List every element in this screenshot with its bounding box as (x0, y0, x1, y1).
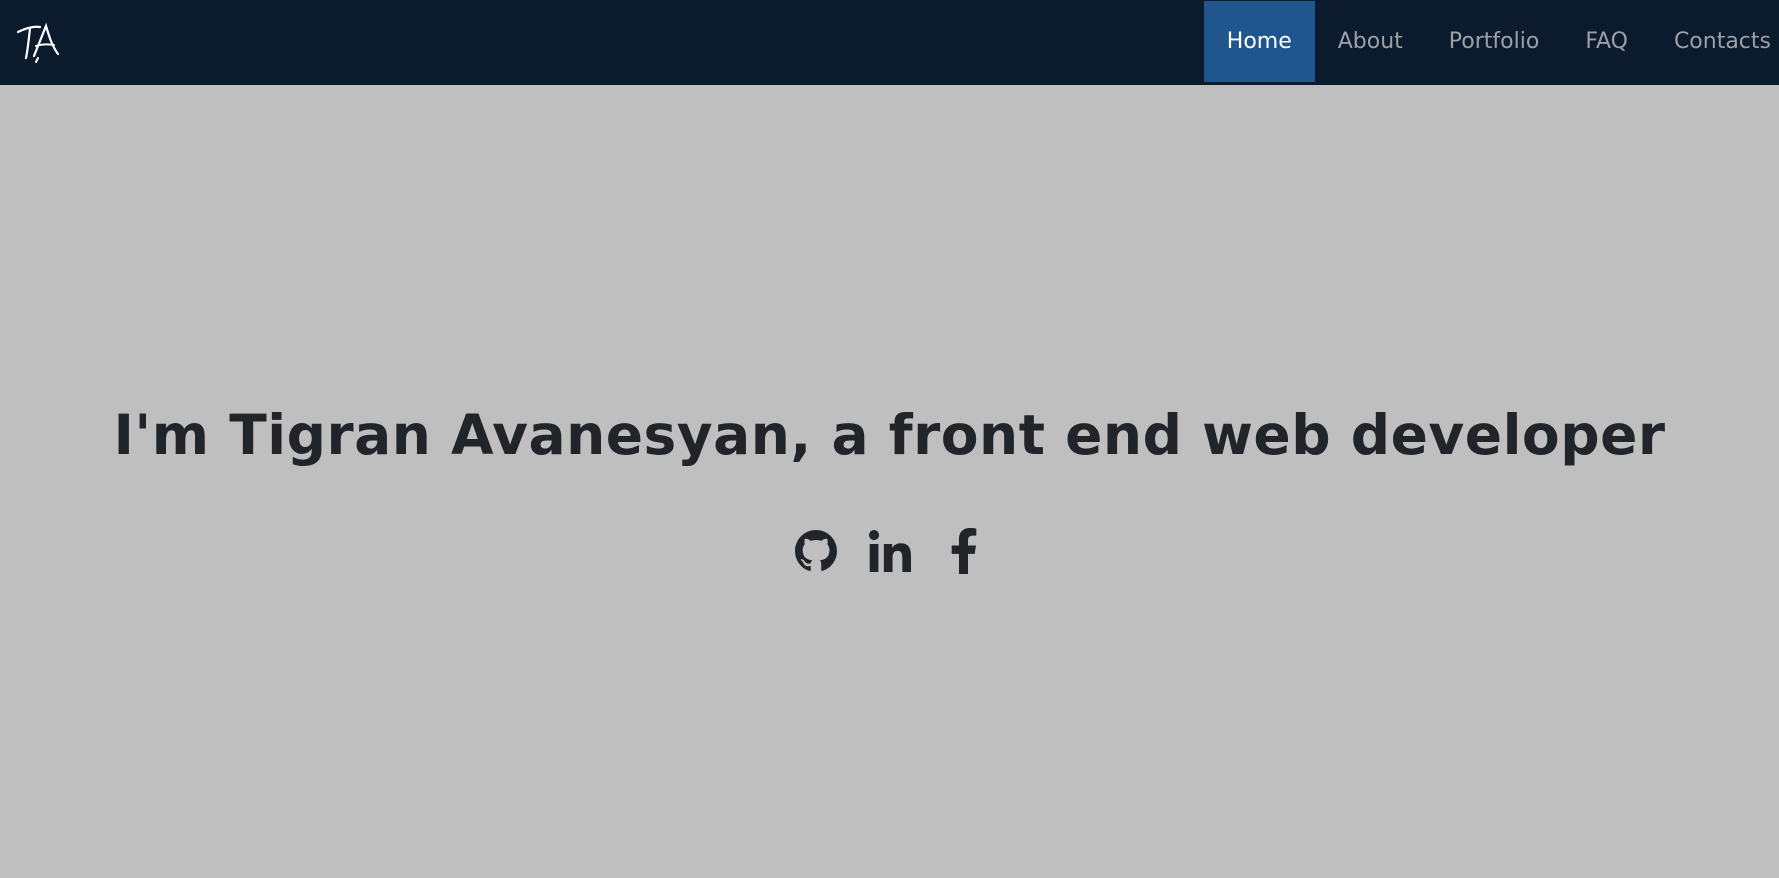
github-link[interactable] (793, 528, 839, 574)
navbar: Home About Portfolio FAQ Contacts (0, 0, 1779, 85)
linkedin-icon (868, 530, 911, 572)
nav-link-faq[interactable]: FAQ (1562, 1, 1651, 82)
nav-links: Home About Portfolio FAQ Contacts (1203, 1, 1779, 82)
logo[interactable] (16, 20, 64, 66)
facebook-icon (951, 528, 976, 574)
nav-link-about[interactable]: About (1315, 1, 1426, 82)
facebook-link[interactable] (941, 528, 987, 574)
hero-section: I'm Tigran Avanesyan, a front end web de… (0, 85, 1779, 878)
hero-headline: I'm Tigran Avanesyan, a front end web de… (113, 403, 1666, 467)
nav-link-portfolio[interactable]: Portfolio (1426, 1, 1563, 82)
nav-link-home[interactable]: Home (1203, 1, 1315, 82)
nav-link-contacts[interactable]: Contacts (1651, 1, 1779, 82)
logo-signature-icon (16, 22, 60, 63)
github-icon (794, 530, 837, 571)
linkedin-link[interactable] (867, 528, 913, 574)
social-links (0, 528, 1779, 574)
